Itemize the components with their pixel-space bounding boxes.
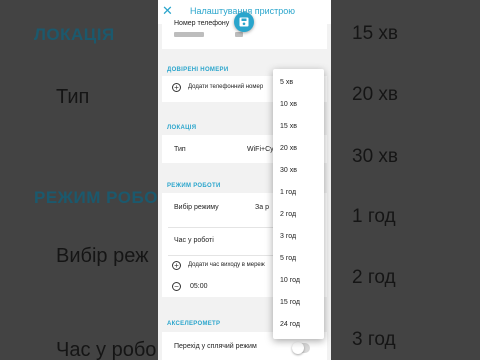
dropdown-option[interactable]: 10 хв: [280, 101, 297, 108]
dropdown-option[interactable]: 20 хв: [280, 145, 297, 152]
dropdown-option[interactable]: 30 хв: [280, 167, 297, 174]
add-exit-time-button[interactable]: Додати час виходу в мереж: [188, 262, 265, 268]
dropdown-option[interactable]: 15 хв: [280, 123, 297, 130]
add-circle-icon[interactable]: +: [172, 261, 181, 270]
trusted-numbers-heading: ДОВІРЕНІ НОМЕРИ: [167, 67, 229, 73]
mode-select-value[interactable]: За р: [255, 204, 269, 211]
mode-select-label: Вибір режиму: [174, 204, 219, 211]
accelerometer-heading: АКСЕЛЕРОМЕТР: [167, 321, 221, 327]
sleep-mode-toggle[interactable]: [292, 342, 310, 354]
work-time-dropdown[interactable]: 5 хв 10 хв 15 хв 20 хв 30 хв 1 год 2 год…: [273, 69, 324, 339]
dropdown-option[interactable]: 5 год: [280, 255, 296, 262]
dropdown-option[interactable]: 3 год: [280, 233, 296, 240]
phone-number-label: Номер телефону: [174, 20, 230, 27]
dropdown-option[interactable]: 1 год: [280, 189, 296, 196]
phone-number-redacted: [174, 32, 204, 37]
exit-time-value[interactable]: 05:00: [190, 283, 208, 290]
work-time-label: Час у роботі: [174, 237, 214, 244]
dropdown-option[interactable]: 5 хв: [280, 79, 293, 86]
save-button[interactable]: [234, 12, 254, 32]
divider: [168, 255, 278, 256]
sleep-mode-label: Перехід у сплячий режим: [174, 343, 257, 350]
dropdown-option[interactable]: 2 год: [280, 211, 296, 218]
divider: [168, 227, 278, 228]
dropdown-option[interactable]: 24 год: [280, 321, 300, 328]
add-circle-icon[interactable]: +: [172, 83, 181, 92]
dropdown-option[interactable]: 10 год: [280, 277, 300, 284]
save-icon: [239, 17, 249, 27]
location-type-value[interactable]: WiFi+Су: [247, 146, 274, 153]
location-type-label: Тип: [174, 146, 186, 153]
add-phone-number-button[interactable]: Додати телефонний номер: [188, 84, 263, 90]
work-mode-heading: РЕЖИМ РОБОТИ: [167, 183, 221, 189]
phone-number-redacted: [235, 32, 243, 37]
dropdown-option[interactable]: 15 год: [280, 299, 300, 306]
location-heading: ЛОКАЦІЯ: [167, 125, 197, 131]
remove-circle-icon[interactable]: −: [172, 282, 181, 291]
